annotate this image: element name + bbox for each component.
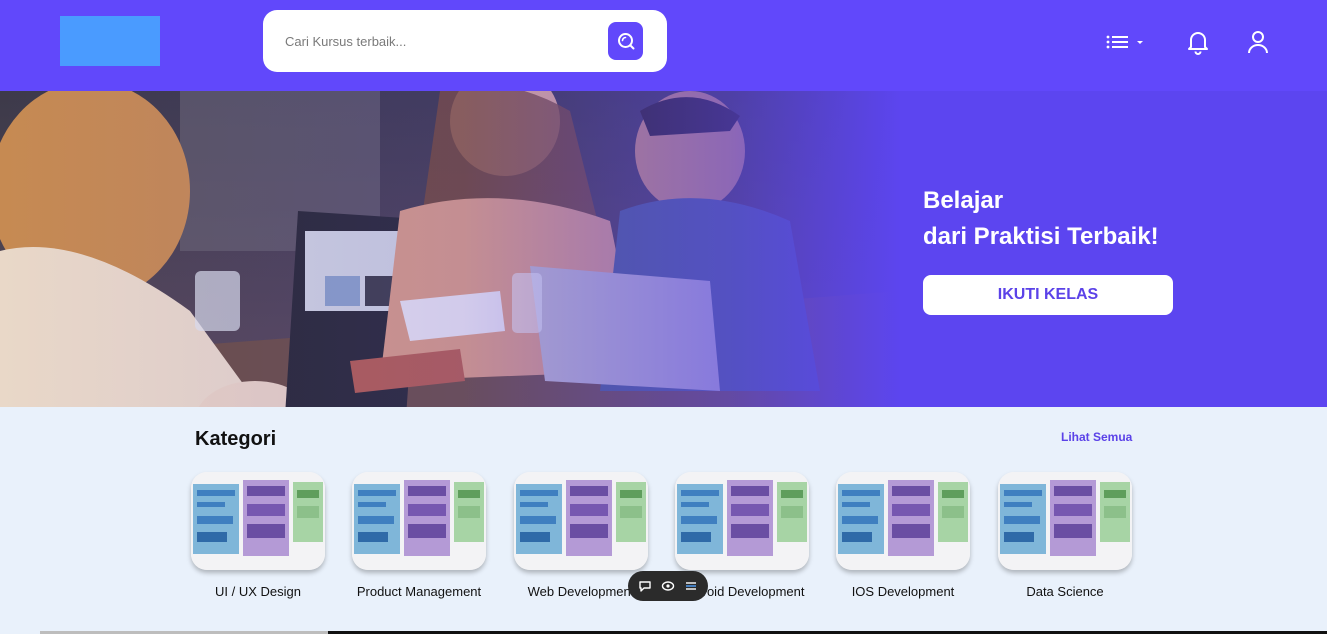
category-thumbnail <box>191 472 325 570</box>
chat-icon <box>639 581 652 592</box>
category-thumbnail <box>998 472 1132 570</box>
category-label: Product Management <box>356 584 482 599</box>
eye-icon <box>661 581 675 591</box>
chat-button[interactable] <box>638 579 652 593</box>
hero-title-line2: dari Praktisi Terbaik! <box>923 223 1159 250</box>
category-label: Data Science <box>1026 584 1104 599</box>
category-thumbnail <box>352 472 486 570</box>
list-button[interactable] <box>684 579 698 593</box>
menu-list-icon <box>1106 35 1143 49</box>
section-title: Kategori <box>195 428 277 450</box>
user-icon <box>1248 31 1268 54</box>
hero-title: Belajar dari Praktisi Terbaik! <box>923 183 1303 255</box>
notification-button[interactable] <box>1185 28 1211 56</box>
floating-toolbar <box>628 571 708 601</box>
category-thumbnail <box>514 472 648 570</box>
search-box <box>263 10 667 72</box>
category-thumbnail <box>836 472 970 570</box>
category-card[interactable]: Product Management <box>352 472 486 601</box>
category-thumbnail <box>675 472 809 570</box>
category-card[interactable]: Data Science <box>998 472 1132 601</box>
list-icon <box>685 582 696 590</box>
search-icon <box>617 33 634 50</box>
top-navbar <box>0 0 1327 91</box>
see-all-link[interactable]: Lihat Semua <box>1061 430 1132 444</box>
hero-banner: Belajar dari Praktisi Terbaik! IKUTI KEL… <box>0 91 1327 407</box>
search-input[interactable] <box>285 28 595 54</box>
view-button[interactable] <box>661 579 675 593</box>
bell-icon <box>1188 32 1208 55</box>
search-button[interactable] <box>608 22 643 60</box>
category-menu-button[interactable] <box>1104 28 1146 56</box>
category-card[interactable]: UI / UX Design <box>191 472 325 601</box>
hero-title-line1: Belajar <box>923 187 1004 214</box>
category-label: IOS Development <box>851 584 955 599</box>
ikuti-kelas-button[interactable]: IKUTI KELAS <box>923 275 1173 315</box>
logo[interactable] <box>60 16 160 66</box>
category-label: UI / UX Design <box>215 584 301 599</box>
category-card[interactable]: IOS Development <box>836 472 970 601</box>
profile-button[interactable] <box>1245 28 1271 56</box>
